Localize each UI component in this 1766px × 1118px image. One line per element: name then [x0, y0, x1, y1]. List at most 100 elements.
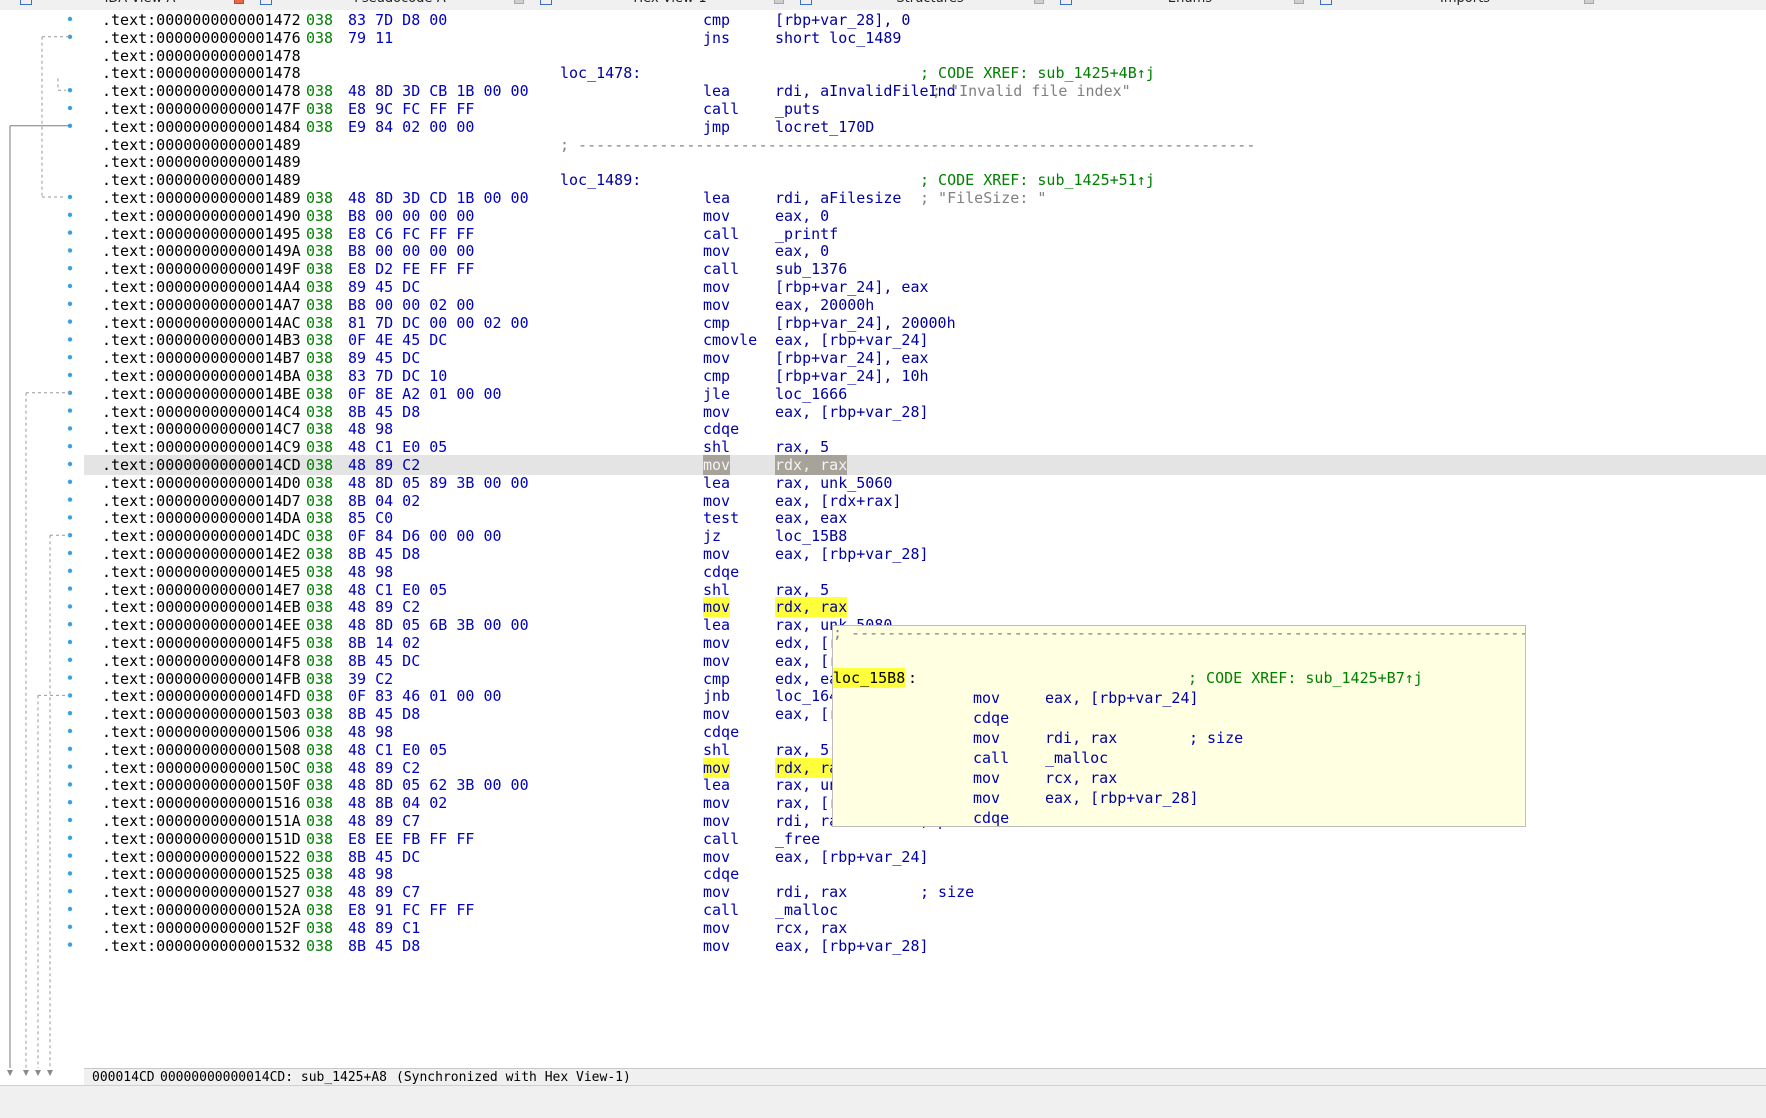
arrow-down-icon: [23, 1070, 29, 1076]
status-offset: 000014CD: [92, 1070, 155, 1085]
tab-close-icon[interactable]: [1294, 0, 1304, 4]
stack-delta: 038: [306, 224, 334, 243]
stack-delta: 038: [306, 936, 334, 955]
stack-delta: 038: [306, 420, 334, 439]
instruction-bullet: [67, 426, 73, 431]
stack-delta: 038: [306, 883, 334, 902]
stack-delta: 038: [306, 28, 334, 47]
instruction-bullet: [67, 835, 73, 840]
hint-mnemonic: mov: [973, 769, 1001, 787]
instruction-bullet: [67, 942, 73, 947]
stack-delta: 038: [306, 491, 334, 510]
tab-5[interactable]: Imports: [1320, 0, 1610, 9]
instruction-bullet: [67, 924, 73, 929]
stack-delta: 038: [306, 562, 334, 581]
instruction-bullet: [67, 568, 73, 573]
instruction-bullet: [67, 194, 73, 200]
tab-label: IDA View-A: [20, 0, 260, 6]
stack-delta: 038: [306, 776, 334, 795]
stack-delta: 038: [306, 349, 334, 368]
instruction-bullet: [67, 497, 73, 502]
stack-delta: 038: [306, 117, 334, 136]
stack-delta: 038: [306, 242, 334, 261]
stack-delta: 038: [306, 847, 334, 866]
stack-delta: 038: [306, 295, 334, 314]
hint-mnemonic: call: [973, 749, 1010, 767]
instruction-bullet: [67, 853, 73, 858]
stack-delta: 038: [306, 313, 334, 332]
tab-3[interactable]: Structures: [800, 0, 1060, 9]
stack-delta: 038: [306, 740, 334, 759]
stack-delta: 038: [306, 509, 334, 528]
hint-comment: ; size: [1189, 729, 1244, 747]
instruction-bullet: [67, 88, 73, 93]
instruction-bullet: [67, 479, 73, 484]
stack-delta: 038: [306, 11, 334, 29]
hint-xref: ; CODE XREF: sub_1425+B7↑j: [1188, 669, 1423, 687]
instruction-bullet: [67, 550, 73, 556]
operands: eax, [rbp+var_28]: [775, 936, 929, 955]
hint-label-colon: :: [908, 669, 918, 687]
stack-delta: 038: [306, 82, 334, 101]
stack-delta: 038: [306, 723, 334, 741]
stack-delta: 038: [306, 278, 334, 296]
stack-delta: 038: [306, 616, 334, 635]
hint-operands: eax, [rbp+var_28]: [1045, 789, 1199, 807]
address: .text:0000000000001532: [102, 936, 301, 955]
stack-delta: 038: [306, 812, 334, 830]
stack-delta: 038: [306, 580, 334, 599]
tab-close-icon[interactable]: [514, 0, 524, 4]
stack-delta: 038: [306, 901, 334, 919]
stack-delta: 038: [306, 687, 334, 706]
hint-mnemonic: cdqe: [973, 809, 1010, 827]
tab-4[interactable]: Enums: [1060, 0, 1320, 9]
instruction-bullet: [67, 283, 73, 289]
hint-mnemonic: cdqe: [973, 709, 1010, 727]
instruction-bullet: [67, 16, 73, 22]
hint-mnemonic: mov: [973, 689, 1001, 707]
stack-delta: 038: [306, 456, 334, 474]
tab-close-icon[interactable]: [1034, 0, 1044, 4]
status-sync: (Synchronized with Hex View-1): [396, 1070, 631, 1085]
instruction-bullet: [67, 248, 73, 253]
stack-delta: 038: [306, 189, 334, 207]
hint-popup: ; --------------------------------------…: [832, 625, 1526, 827]
tab-0[interactable]: IDA View-A: [20, 0, 260, 9]
stack-delta: 038: [306, 367, 334, 385]
tab-label: Structures: [800, 0, 1060, 6]
instruction-bullet: [67, 711, 73, 716]
stack-delta: 038: [306, 829, 334, 848]
tab-close-icon[interactable]: [1584, 0, 1594, 4]
stack-delta: 038: [306, 651, 334, 670]
instruction-bullet: [67, 408, 73, 413]
stack-delta: 038: [306, 865, 334, 884]
stack-delta: 038: [306, 100, 334, 118]
instruction-bullet: [67, 515, 73, 520]
tab-2[interactable]: Hex View-1: [540, 0, 800, 9]
instruction-bullet: [67, 889, 73, 894]
arrow-down-icon: [47, 1070, 53, 1076]
hint-mnemonic: mov: [973, 789, 1001, 807]
instruction-bullet: [67, 871, 73, 876]
tab-close-icon[interactable]: [774, 0, 784, 4]
hint-operands: _malloc: [1045, 749, 1109, 767]
instruction-bullet: [67, 675, 73, 680]
stack-delta: 038: [306, 634, 334, 652]
stack-delta: 038: [306, 473, 334, 492]
opcode-bytes: 038 8B 45 D8: [306, 936, 420, 956]
tab-1[interactable]: Pseudocode-A: [260, 0, 540, 9]
instruction-bullet: [67, 444, 73, 449]
instruction-bullet: [67, 319, 73, 324]
instruction-bullet: [67, 372, 73, 378]
hint-operands: rcx, rax: [1045, 769, 1118, 787]
tab-close-icon[interactable]: [234, 0, 244, 4]
instruction-bullet: [67, 746, 73, 751]
flow-arrows: [7, 16, 73, 1076]
disassembly-listing[interactable]: .text:0000000000001472 038 83 7D D8 00 cmp[…: [84, 10, 1766, 1068]
hint-operands: rdi, rax: [1045, 729, 1118, 747]
stack-delta: 038: [306, 402, 334, 421]
instruction-bullet: [67, 622, 73, 627]
instruction-bullet: [67, 337, 73, 342]
listing-row[interactable]: .text:0000000000001532 038 8B 45 D8 mov eax,…: [84, 936, 1766, 956]
hint-separator: ; --------------------------------------…: [833, 625, 1525, 642]
